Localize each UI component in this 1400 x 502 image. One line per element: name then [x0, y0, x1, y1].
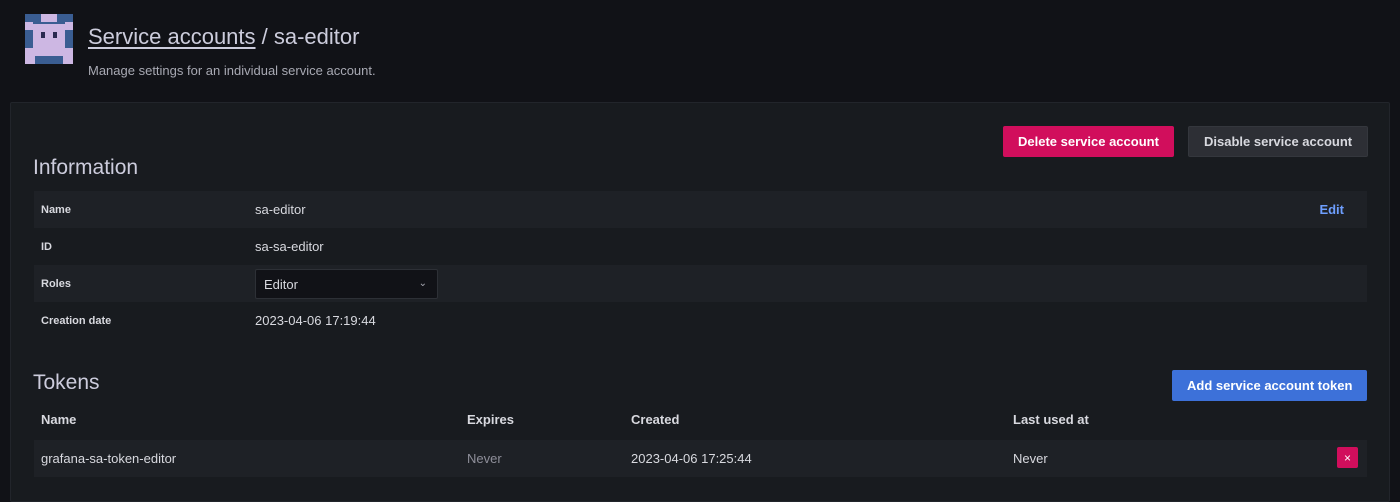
token-last-used: Never — [1013, 451, 1048, 466]
tokens-column-created: Created — [631, 412, 680, 427]
info-label-creation-date: Creation date — [41, 314, 112, 327]
breadcrumb-service-accounts-link[interactable]: Service accounts — [88, 24, 256, 49]
info-row-name: Name sa-editor Edit — [34, 191, 1367, 228]
role-select[interactable]: Editor ⌄ — [255, 269, 438, 299]
edit-name-link[interactable]: Edit — [1319, 202, 1344, 217]
delete-service-account-button[interactable]: Delete service account — [1003, 126, 1174, 157]
token-expires: Never — [467, 451, 502, 466]
token-created: 2023-04-06 17:25:44 — [631, 451, 752, 466]
info-value-id: sa-sa-editor — [255, 239, 324, 254]
info-label-name: Name — [41, 203, 71, 216]
info-value-creation-date: 2023-04-06 17:19:44 — [255, 313, 376, 328]
info-row-creation-date: Creation date 2023-04-06 17:19:44 — [34, 302, 1367, 339]
info-label-id: ID — [41, 240, 52, 253]
tokens-column-expires: Expires — [467, 412, 514, 427]
page-header: Service accounts / sa-editor Manage sett… — [0, 0, 1400, 102]
role-select-value: Editor — [264, 276, 298, 292]
tokens-column-name: Name — [41, 412, 77, 427]
info-row-id: ID sa-sa-editor — [34, 228, 1367, 265]
tokens-heading: Tokens — [33, 371, 100, 394]
breadcrumb-separator: / — [255, 24, 274, 49]
service-account-avatar-icon — [25, 14, 73, 64]
add-service-account-token-button[interactable]: Add service account token — [1172, 370, 1368, 401]
service-account-panel: Delete service account Disable service a… — [10, 102, 1390, 502]
page-subtitle: Manage settings for an individual servic… — [88, 63, 376, 78]
page-title: Service accounts / sa-editor — [88, 24, 359, 50]
info-label-roles: Roles — [41, 277, 71, 290]
token-row: grafana-sa-token-editor Never 2023-04-06… — [34, 440, 1367, 477]
chevron-down-icon: ⌄ — [418, 278, 427, 289]
info-value-name: sa-editor — [255, 202, 306, 217]
token-name: grafana-sa-token-editor — [41, 451, 177, 466]
info-row-roles: Roles Editor ⌄ — [34, 265, 1367, 302]
disable-service-account-button[interactable]: Disable service account — [1188, 126, 1369, 157]
close-icon: × — [1343, 450, 1351, 465]
information-heading: Information — [33, 156, 139, 179]
delete-token-button[interactable]: × — [1337, 447, 1358, 468]
tokens-column-last-used: Last used at — [1013, 412, 1089, 427]
breadcrumb-current: sa-editor — [273, 24, 360, 49]
